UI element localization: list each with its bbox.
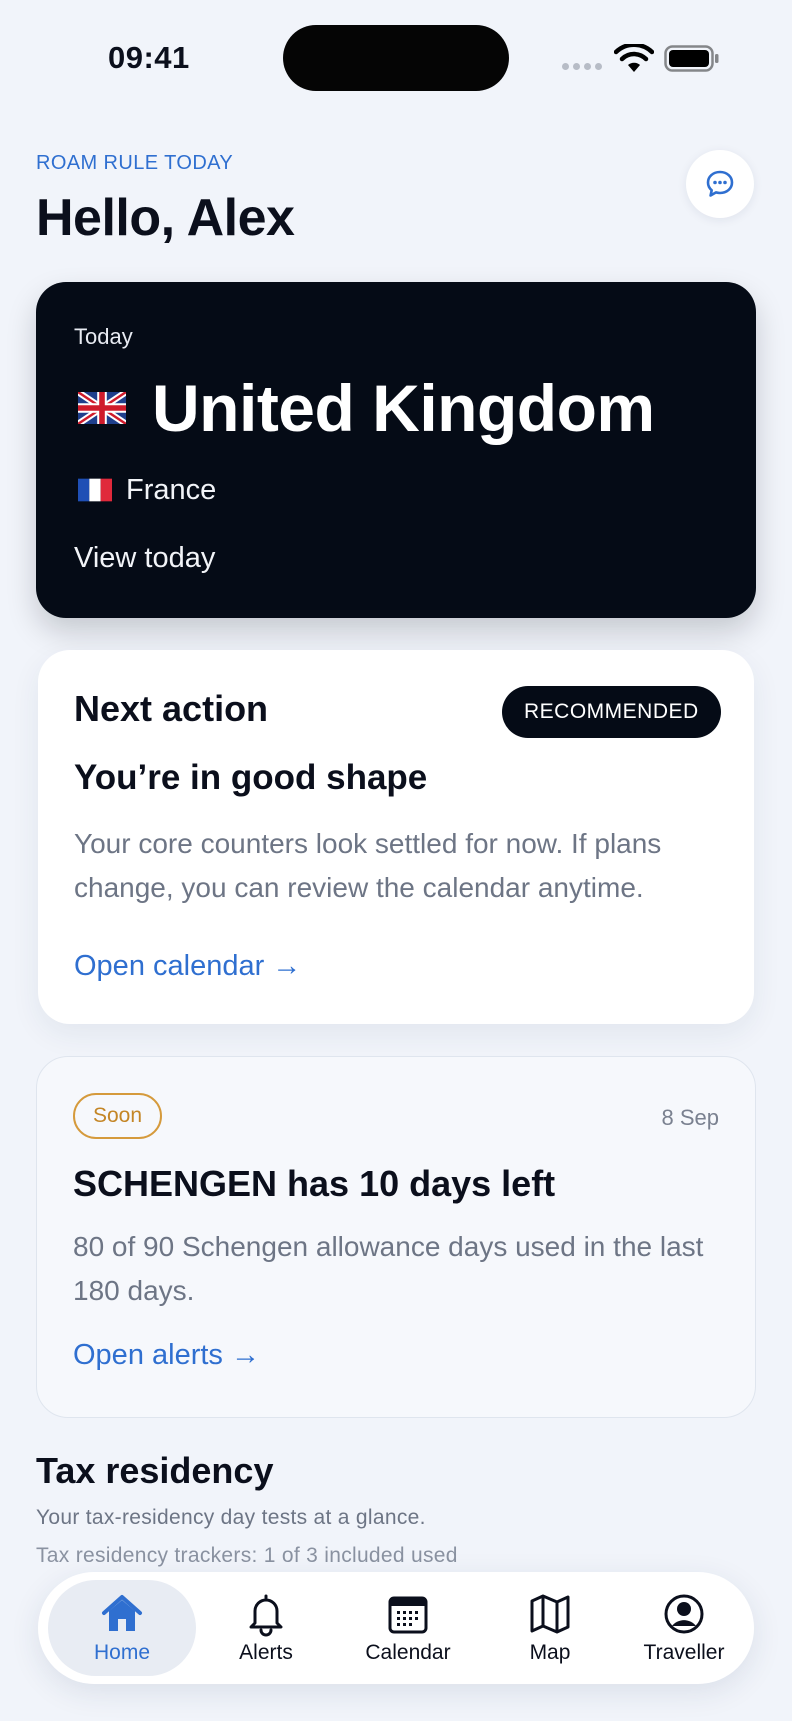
soon-badge: Soon: [73, 1093, 163, 1139]
open-alerts-link[interactable]: Open alerts →: [73, 1339, 260, 1372]
app-eyebrow: ROAM RULE TODAY: [36, 152, 234, 174]
uk-flag-icon: [78, 392, 126, 424]
alert-date: 8 Sep: [661, 1105, 720, 1130]
next-action-heading: You’re in good shape: [74, 758, 428, 797]
page-title: Hello, Alex: [36, 189, 295, 247]
next-action-card: Next action RECOMMENDED You’re in good s…: [38, 650, 754, 1024]
nav-alerts-label: Alerts: [239, 1641, 293, 1664]
nav-map-label: Map: [529, 1641, 571, 1664]
battery-icon: [664, 45, 719, 72]
france-flag-icon: [78, 478, 112, 502]
nav-calendar[interactable]: Calendar: [338, 1572, 478, 1684]
chat-bubble-icon: [706, 170, 734, 197]
status-time: 09:41: [108, 40, 190, 75]
calendar-icon: [388, 1596, 428, 1634]
nav-map[interactable]: Map: [500, 1572, 600, 1684]
view-today-link[interactable]: View today: [74, 542, 215, 575]
tax-residency-title: Tax residency: [36, 1450, 274, 1491]
recommended-badge: RECOMMENDED: [502, 686, 721, 738]
nav-traveller-label: Traveller: [643, 1641, 725, 1664]
chat-button[interactable]: [686, 150, 754, 218]
nav-calendar-label: Calendar: [365, 1641, 451, 1664]
dynamic-island: [283, 25, 509, 91]
nav-alerts[interactable]: Alerts: [216, 1572, 316, 1684]
alert-heading: SCHENGEN has 10 days left: [73, 1163, 556, 1204]
schengen-alert-card: Soon 8 Sep SCHENGEN has 10 days left 80 …: [36, 1056, 756, 1418]
alert-body: 80 of 90 Schengen allowance days used in…: [73, 1231, 704, 1306]
next-action-title: Next action: [74, 688, 269, 729]
wifi-icon: [614, 44, 654, 72]
tax-residency-subtitle: Your tax-residency day tests at a glance…: [36, 1506, 426, 1529]
tax-tracker-usage: Tax residency trackers: 1 of 3 included …: [36, 1544, 458, 1567]
open-calendar-link[interactable]: Open calendar →: [74, 950, 301, 983]
bottom-nav: Home Alerts Calendar Map Traveller: [38, 1572, 754, 1684]
signal-icon: [562, 63, 602, 70]
current-country: United Kingdom: [152, 371, 655, 445]
bell-icon: [249, 1594, 283, 1637]
status-bar: 09:41: [0, 0, 792, 120]
home-icon: [102, 1595, 142, 1631]
next-action-body: Your core counters look settled for now.…: [74, 828, 662, 903]
secondary-country: France: [126, 474, 217, 506]
map-icon: [530, 1594, 570, 1634]
nav-home-label: Home: [93, 1641, 151, 1664]
nav-home[interactable]: Home: [48, 1580, 196, 1676]
nav-traveller[interactable]: Traveller: [616, 1572, 752, 1684]
today-card[interactable]: Today United Kingdom France View today: [36, 282, 756, 618]
today-label: Today: [74, 324, 133, 349]
user-icon: [664, 1594, 704, 1634]
